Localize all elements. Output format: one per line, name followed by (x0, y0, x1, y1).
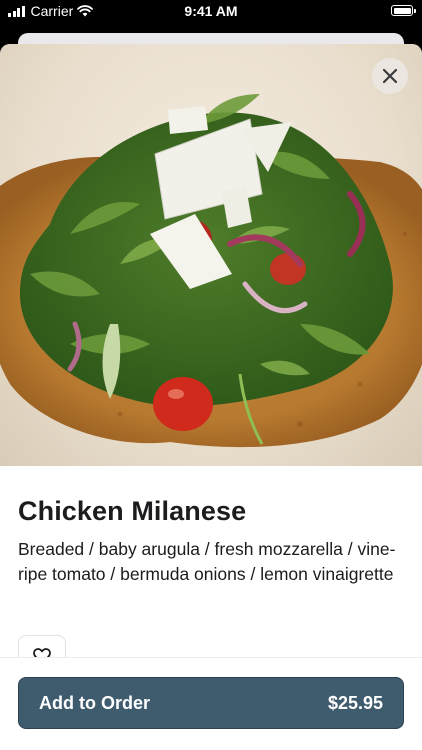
item-detail-sheet: Chicken Milanese Breaded / baby arugula … (0, 44, 422, 750)
food-illustration (0, 94, 422, 448)
app-screen: Carrier 9:41 AM Chicken Milanese Breaded… (0, 0, 422, 750)
item-title: Chicken Milanese (18, 496, 247, 526)
battery-icon (391, 5, 416, 16)
close-icon (382, 68, 398, 84)
item-price: $25.95 (327, 692, 383, 713)
close-button[interactable] (372, 58, 408, 94)
order-footer: Add to Order $25.95 (0, 657, 422, 750)
item-photo (0, 44, 422, 466)
add-to-order-button[interactable]: Add to Order $25.95 (18, 677, 404, 729)
status-time: 9:41 AM (184, 3, 238, 19)
item-details: Chicken Milanese Breaded / baby arugula … (0, 466, 422, 586)
add-to-order-label: Add to Order (39, 692, 150, 713)
status-bar: Carrier 9:41 AM (0, 0, 422, 24)
item-description: Breaded / baby arugula / fresh mozzarell… (18, 539, 396, 584)
